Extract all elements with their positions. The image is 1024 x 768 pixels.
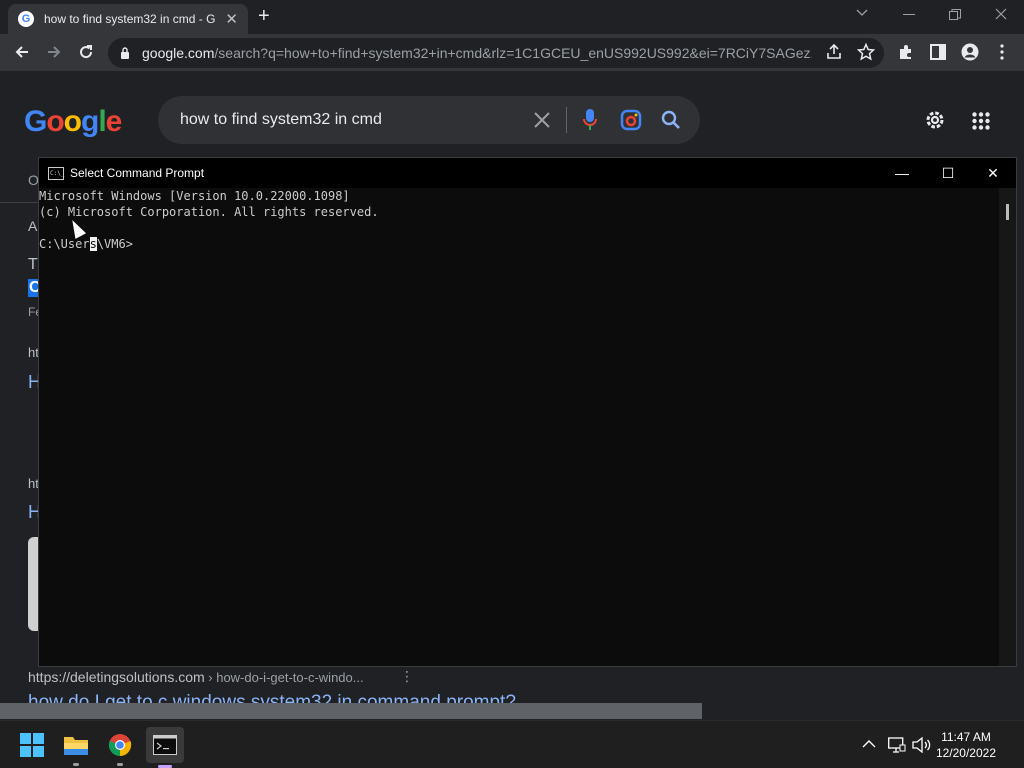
bg-divider bbox=[0, 202, 40, 203]
taskbar-file-explorer[interactable] bbox=[60, 729, 92, 766]
file-explorer-folder-icon bbox=[64, 737, 88, 755]
chrome-tab-strip: G how to find system32 in cmd - G ✕ + bbox=[0, 0, 1024, 34]
running-indicator bbox=[117, 763, 123, 766]
running-indicator bbox=[73, 763, 79, 766]
result-title-link[interactable]: how do I get to c windows system32 in co… bbox=[28, 693, 516, 703]
google-lens-camera-icon[interactable] bbox=[620, 109, 642, 131]
system-clock[interactable]: 11:47 AM 12/20/2022 bbox=[936, 729, 996, 761]
console-line-version: Microsoft Windows [Version 10.0.22000.10… bbox=[39, 189, 350, 203]
address-bar[interactable]: google.com/search?q=how+to+find+system32… bbox=[108, 38, 884, 68]
show-hidden-icons-chevron-icon[interactable] bbox=[862, 739, 876, 748]
clock-time: 11:47 AM bbox=[941, 730, 991, 744]
console-prompt-line: C:\Users\VM6> bbox=[39, 237, 133, 251]
search-query-text: how to find system32 in cmd bbox=[180, 111, 382, 128]
windows-taskbar: 11:47 AM 12/20/2022 bbox=[0, 720, 1024, 768]
result-more-options-icon[interactable]: ⋮ bbox=[400, 668, 414, 685]
start-button[interactable] bbox=[16, 729, 48, 761]
taskbar-command-prompt[interactable] bbox=[146, 727, 184, 768]
bg-thumbnail bbox=[28, 537, 38, 631]
logo-letter: G bbox=[24, 105, 47, 138]
cmd-maximize-button[interactable]: ☐ bbox=[925, 158, 971, 188]
browser-minimize-icon[interactable] bbox=[903, 14, 915, 16]
back-arrow-icon[interactable] bbox=[13, 43, 31, 61]
google-favicon-icon: G bbox=[18, 11, 34, 27]
cmd-window-title: Select Command Prompt bbox=[70, 166, 205, 180]
chrome-menu-kebab-icon[interactable] bbox=[993, 43, 1011, 61]
browser-close-icon[interactable] bbox=[995, 8, 1007, 20]
side-panel-icon[interactable] bbox=[929, 43, 947, 61]
lock-icon[interactable] bbox=[120, 47, 130, 59]
browser-restore-icon[interactable] bbox=[949, 9, 961, 21]
bg-fragment: A bbox=[28, 218, 38, 234]
chrome-logo-icon bbox=[108, 734, 132, 756]
bookmark-star-icon[interactable] bbox=[857, 43, 875, 61]
cmd-scroll-thumb[interactable] bbox=[1006, 204, 1009, 220]
bg-fragment: T bbox=[28, 256, 38, 273]
cmd-minimize-button[interactable]: — bbox=[879, 158, 925, 188]
tab-title: how to find system32 in cmd - G bbox=[44, 12, 216, 26]
windows-logo-icon bbox=[20, 733, 44, 757]
logo-letter: e bbox=[105, 105, 123, 138]
new-tab-button[interactable]: + bbox=[258, 6, 270, 26]
reload-icon[interactable] bbox=[77, 43, 95, 61]
clock-date: 12/20/2022 bbox=[935, 746, 996, 760]
google-doodle-logo[interactable]: Google bbox=[24, 105, 123, 139]
google-apps-grid-icon[interactable] bbox=[972, 112, 990, 130]
taskbar-chrome[interactable] bbox=[104, 729, 136, 766]
desktop: G how to find system32 in cmd - G ✕ + go… bbox=[0, 0, 1024, 768]
result-url[interactable]: https://deletingsolutions.com › how-do-i… bbox=[28, 669, 364, 685]
forward-arrow-icon[interactable] bbox=[45, 43, 63, 61]
voice-search-mic-icon[interactable] bbox=[582, 108, 598, 132]
tab-close-icon[interactable]: ✕ bbox=[225, 10, 238, 28]
address-url: google.com/search?q=how+to+find+system32… bbox=[142, 45, 812, 61]
settings-gear-icon[interactable] bbox=[924, 109, 946, 131]
network-icon[interactable] bbox=[888, 737, 906, 753]
logo-letter: o bbox=[46, 105, 64, 138]
tab-search-chevron-icon[interactable] bbox=[856, 9, 868, 17]
search-divider bbox=[566, 107, 567, 133]
cmd-console-area[interactable]: Microsoft Windows [Version 10.0.22000.10… bbox=[39, 188, 999, 666]
command-prompt-window[interactable]: C:\_ Select Command Prompt — ☐ ✕ Microso… bbox=[38, 157, 1017, 667]
chrome-toolbar: google.com/search?q=how+to+find+system32… bbox=[0, 34, 1024, 71]
share-icon[interactable] bbox=[825, 43, 843, 61]
volume-speaker-icon[interactable] bbox=[912, 737, 932, 753]
extensions-puzzle-icon[interactable] bbox=[897, 43, 915, 61]
logo-letter: o bbox=[63, 105, 82, 138]
google-search-box[interactable]: how to find system32 in cmd bbox=[158, 96, 700, 144]
tab-google-search[interactable]: G how to find system32 in cmd - G ✕ bbox=[8, 4, 248, 34]
cmd-app-icon: C:\_ bbox=[48, 166, 64, 180]
cmd-vertical-scrollbar[interactable] bbox=[999, 188, 1016, 666]
horizontal-scrollbar[interactable] bbox=[0, 703, 702, 719]
terminal-icon bbox=[153, 735, 177, 755]
cmd-title-bar[interactable]: C:\_ Select Command Prompt — ☐ ✕ bbox=[39, 158, 1016, 188]
text-selection: s bbox=[89, 237, 97, 251]
profile-avatar-icon[interactable] bbox=[961, 43, 979, 61]
clear-search-icon[interactable] bbox=[534, 112, 550, 128]
logo-letter: g bbox=[81, 105, 99, 138]
cmd-close-button[interactable]: ✕ bbox=[970, 158, 1016, 188]
console-line-copyright: (c) Microsoft Corporation. All rights re… bbox=[39, 205, 379, 219]
search-magnifier-icon[interactable] bbox=[661, 110, 681, 130]
logo-letter: l bbox=[98, 105, 106, 138]
